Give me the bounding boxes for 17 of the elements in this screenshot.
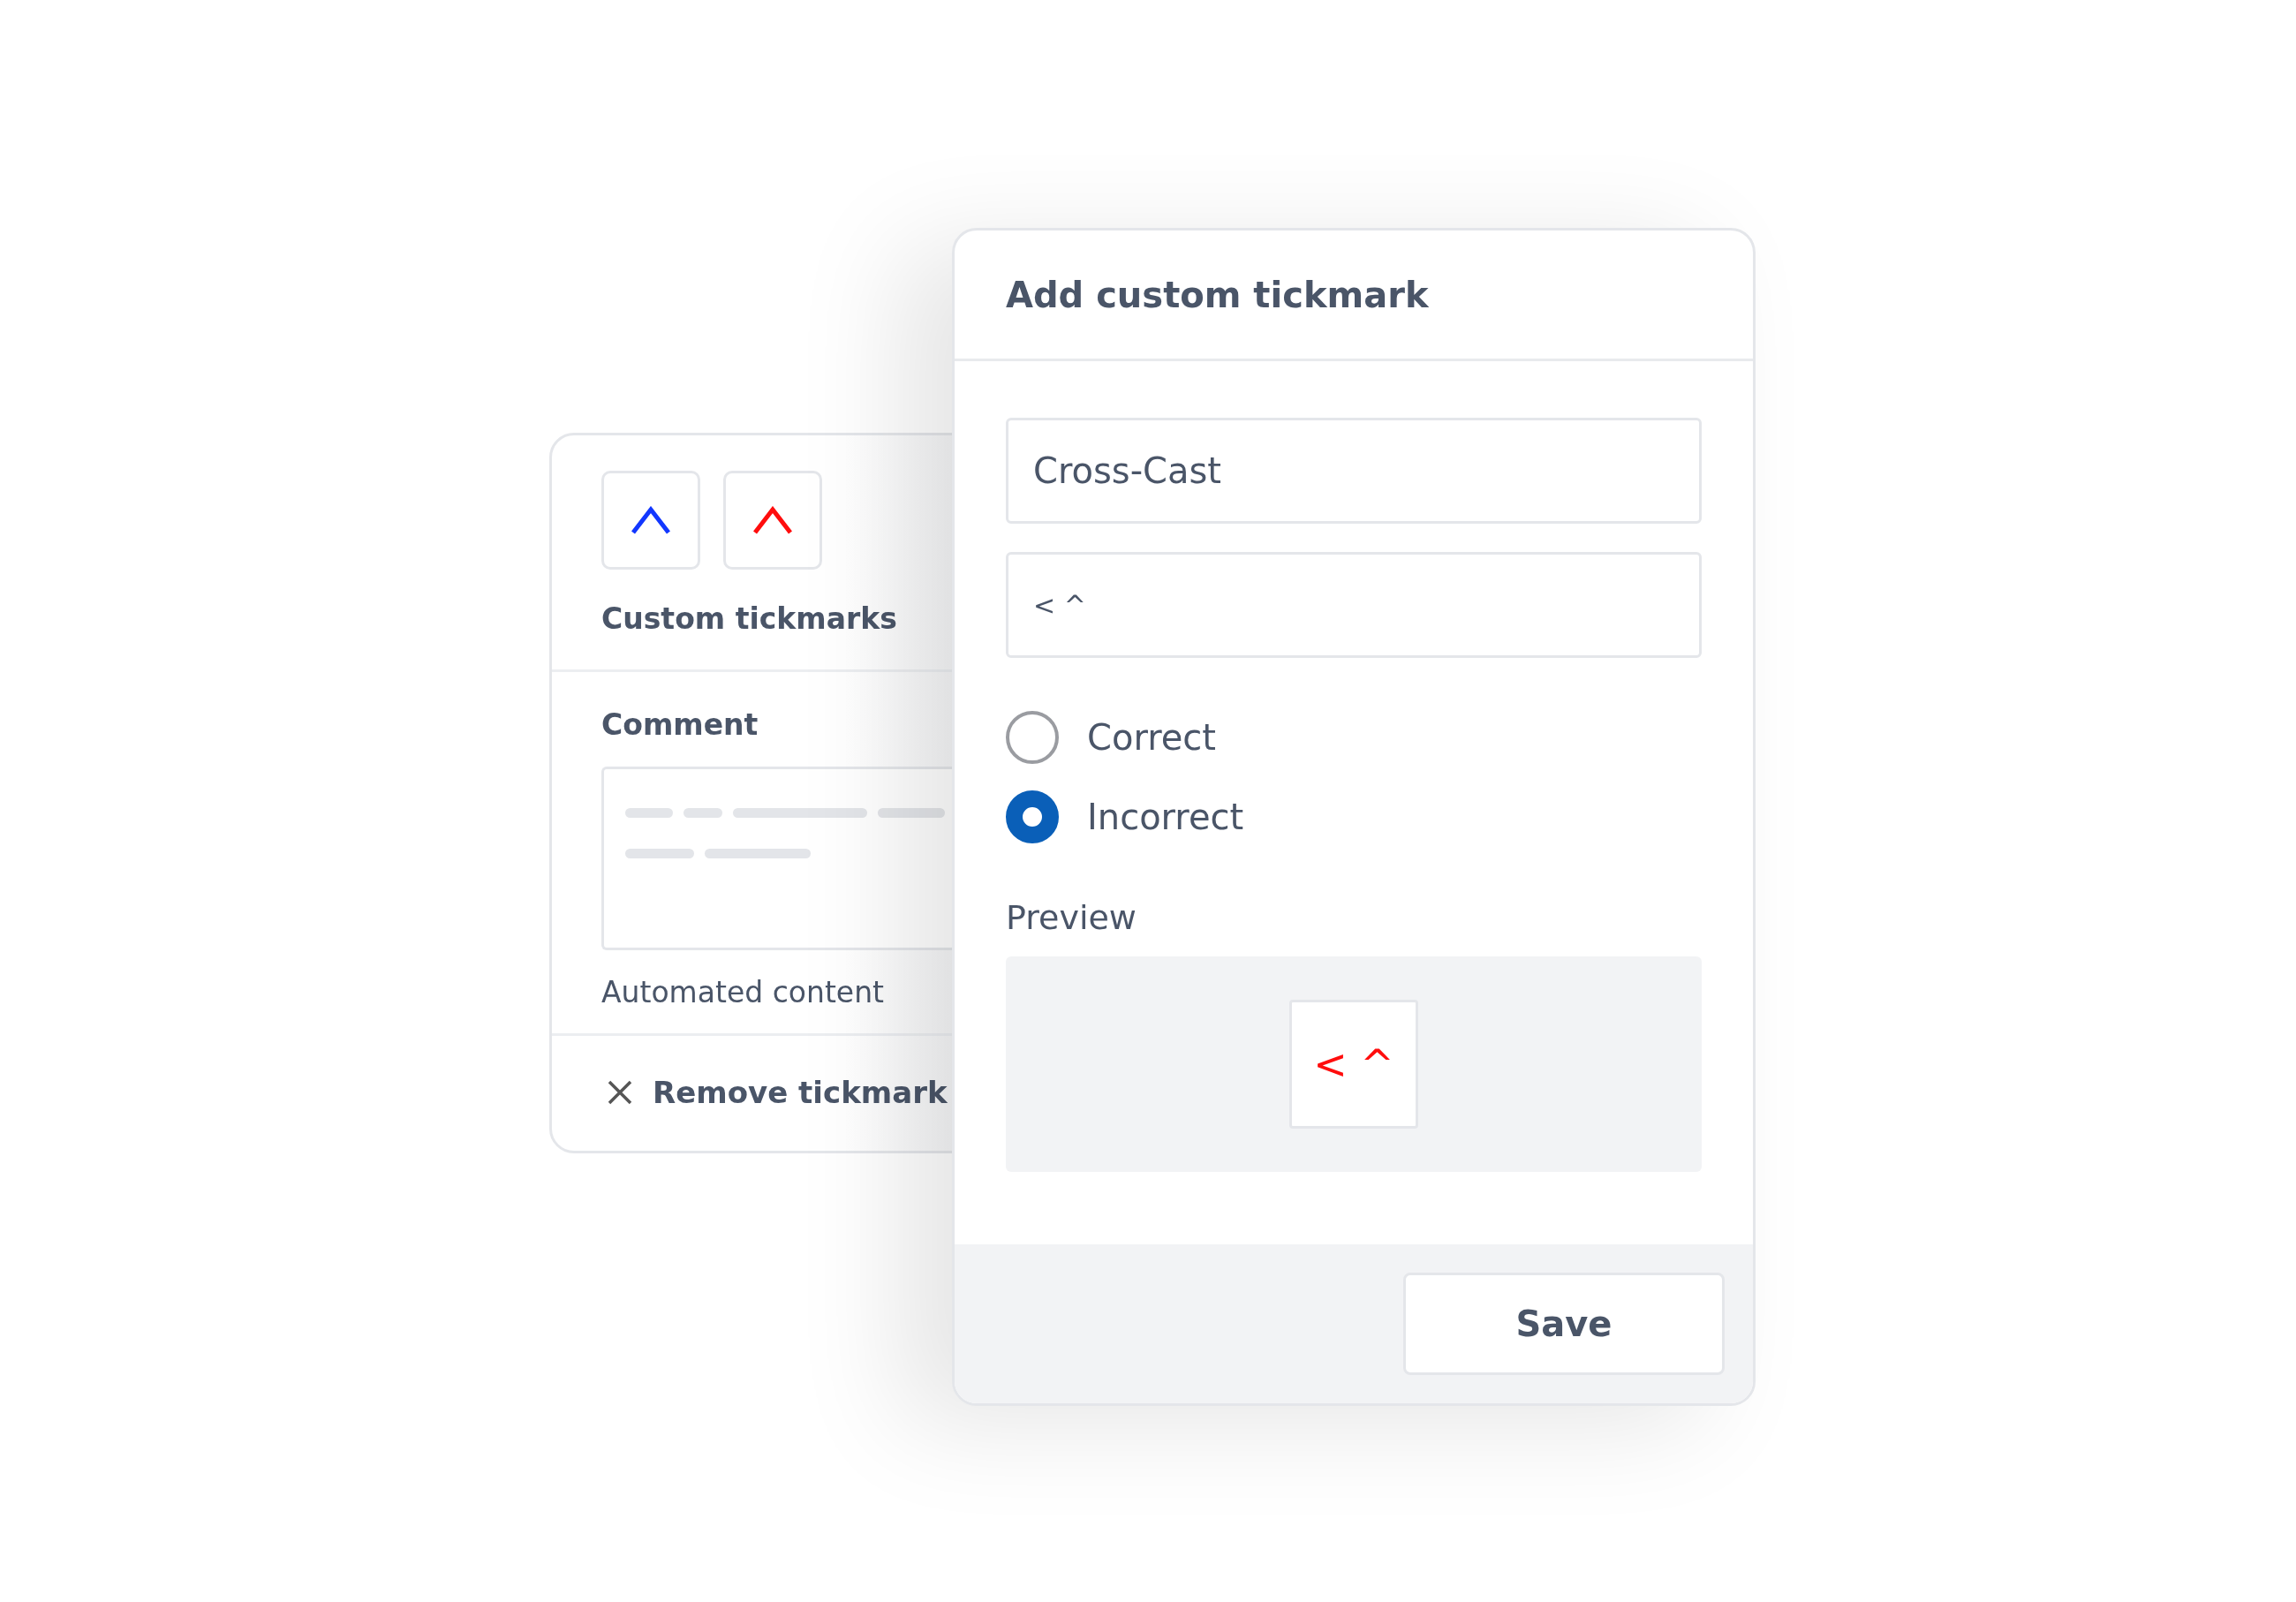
radio-button[interactable] <box>1006 711 1059 764</box>
save-button[interactable]: Save <box>1403 1273 1725 1375</box>
tickmark-symbol: < ^ <box>1313 1040 1394 1088</box>
radio-button[interactable] <box>1006 790 1059 843</box>
helper-text: Automated content <box>601 975 885 1009</box>
close-icon <box>607 1079 633 1106</box>
tickmark-button[interactable] <box>723 471 822 570</box>
radio-label[interactable]: Correct <box>1087 717 1216 758</box>
tickmark-button[interactable] <box>601 471 700 570</box>
name-field[interactable]: Cross-Cast <box>1006 418 1702 524</box>
remove-button[interactable]: Remove tickmark <box>552 1036 1041 1149</box>
section-title: Custom tickmarks <box>601 601 898 636</box>
preview-label: Preview <box>1006 898 1137 937</box>
symbol-field[interactable]: < ^ <box>1006 552 1702 658</box>
field-label: Comment <box>601 707 759 742</box>
dialog-title: Add custom tickmark <box>1006 274 1429 315</box>
radio-label[interactable]: Incorrect <box>1087 797 1244 837</box>
